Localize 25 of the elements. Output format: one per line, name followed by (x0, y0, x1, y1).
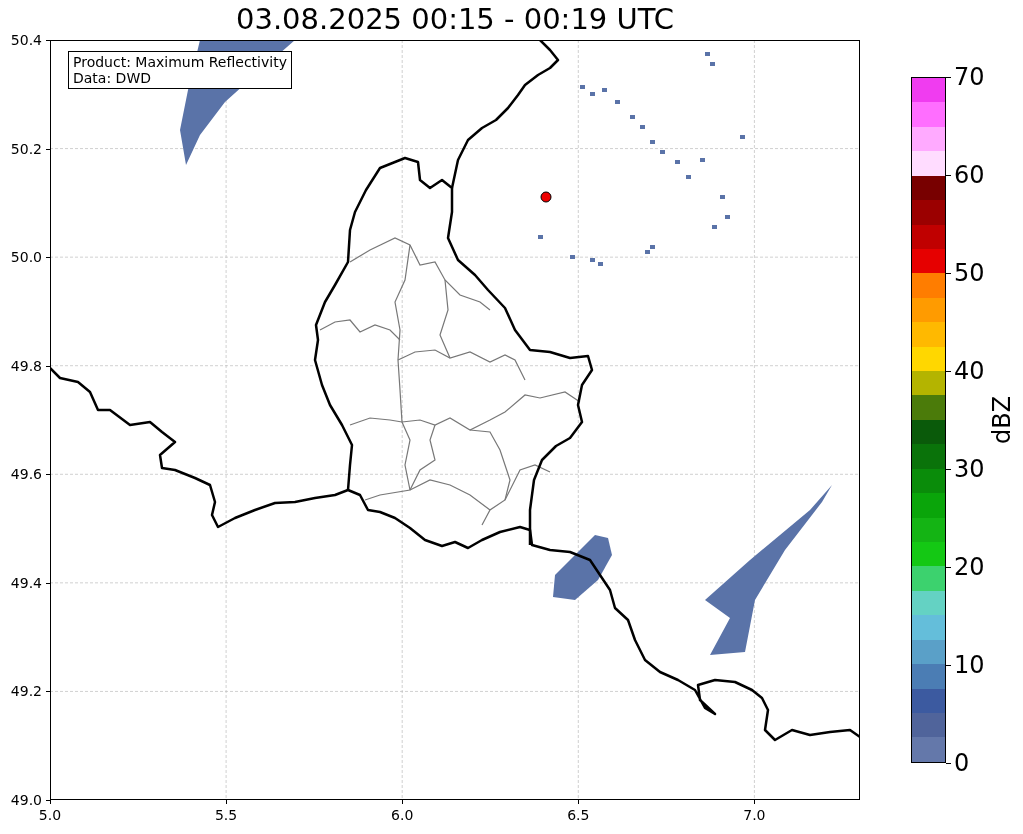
axis-tick-label: 49.2 (10, 683, 42, 700)
colorbar-tick-label: 0 (954, 749, 970, 777)
colorbar-tick-label: 10 (954, 651, 985, 679)
axis-tick-label: 50.0 (10, 249, 42, 266)
colorbar-tick-label: 20 (954, 553, 985, 581)
axis-tick-label: 6.0 (391, 807, 414, 823)
colorbar-tick-label: 30 (954, 455, 985, 483)
axis-tick-label: 49.6 (10, 466, 42, 483)
colorbar-tick-label: 60 (954, 161, 985, 189)
axis-tick-label: 5.0 (38, 807, 62, 823)
axis-tick-label: 5.5 (214, 807, 238, 823)
colorbar-tick-label: 70 (954, 63, 985, 91)
info-box: Product: Maximum Reflectivity Data: DWD (68, 51, 292, 89)
colorbar-tick-label: 50 (954, 259, 985, 287)
colorbar-tick-label: 40 (954, 357, 985, 385)
axis-tick-label: 50.2 (10, 140, 42, 157)
axis-tick-label: 49.0 (10, 792, 42, 808)
axis-tick-label: 6.5 (567, 807, 590, 823)
axis-tick-label: 50.4 (10, 32, 42, 48)
axis-tick-label: 49.4 (10, 574, 42, 591)
colorbar-label: dBZ (988, 395, 1016, 445)
location-marker (540, 191, 552, 203)
chart-title: 03.08.2025 00:15 - 00:19 UTC (235, 2, 675, 36)
axis-tick-label: 49.8 (10, 357, 42, 374)
axis-tick-label: 7.0 (743, 807, 766, 823)
